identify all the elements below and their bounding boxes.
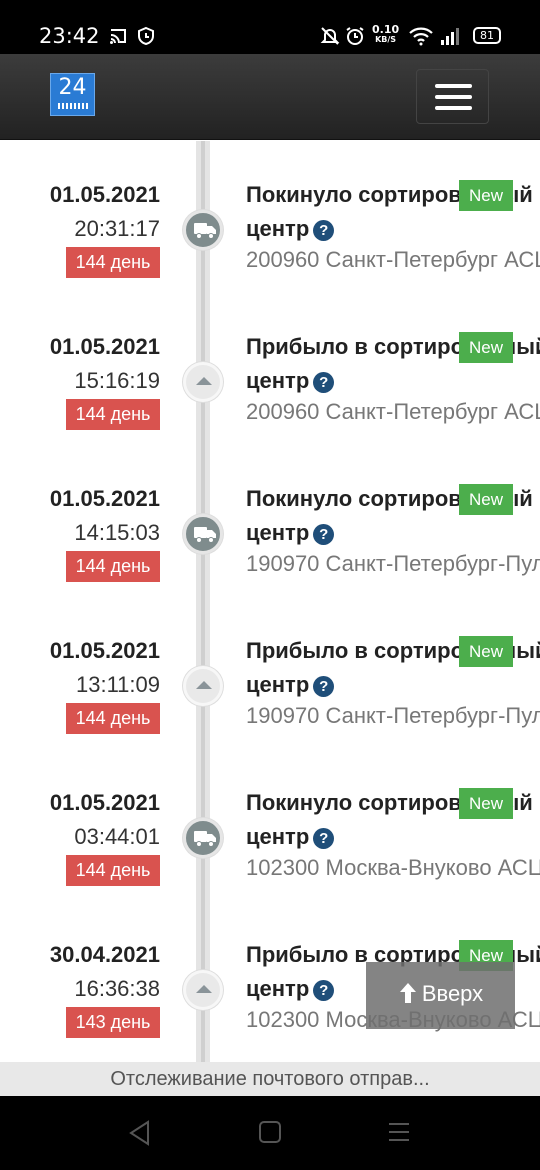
event-date: 01.05.2021 xyxy=(49,486,160,511)
timeline-node xyxy=(183,362,223,402)
timeline-node xyxy=(183,210,223,250)
shield-icon xyxy=(138,26,154,46)
alarm-icon xyxy=(346,27,364,45)
event-address: 102300 Москва-Внуково АСЦ xyxy=(246,855,540,880)
page-title-bar[interactable]: Отслеживание почтового отправ... xyxy=(0,1062,540,1096)
mute-bell-icon xyxy=(320,27,340,45)
help-icon[interactable]: ? xyxy=(313,980,335,1001)
arrival-icon xyxy=(196,985,212,993)
new-badge: New xyxy=(459,332,513,363)
timeline-event: 01.05.2021 03:44:01 144 день Покинуло сорти… xyxy=(0,749,540,901)
event-time: 15:16:19 xyxy=(74,368,160,393)
scroll-to-top-button[interactable]: Вверх xyxy=(366,962,515,1029)
help-icon[interactable]: ? xyxy=(313,524,335,545)
event-time: 03:44:01 xyxy=(74,824,160,849)
menu-button[interactable] xyxy=(416,69,489,124)
app-header: 24 xyxy=(0,54,540,140)
clock: 23:42 xyxy=(39,24,100,48)
event-address: 200960 Санкт-Петербург АСЦ xyxy=(246,247,540,272)
wifi-icon xyxy=(409,27,433,46)
event-date: 01.05.2021 xyxy=(49,790,160,815)
event-title-line2: центр? xyxy=(246,976,335,1002)
speed-value: 0.10 xyxy=(372,23,400,36)
timeline-event: 01.05.2021 20:31:17 144 день Покинуло сорти… xyxy=(0,141,540,293)
home-icon[interactable] xyxy=(258,1120,282,1144)
help-icon[interactable]: ? xyxy=(313,828,335,849)
battery-indicator: 81 xyxy=(473,27,501,44)
event-title-text: центр xyxy=(246,216,310,241)
timeline-event: 01.05.2021 13:11:09 144 день Прибыло в сорт… xyxy=(0,597,540,749)
event-date: 01.05.2021 xyxy=(49,334,160,359)
new-badge: New xyxy=(459,788,513,819)
days-badge: 144 день xyxy=(66,399,160,430)
hamburger-icon-line xyxy=(435,106,472,110)
new-badge: New xyxy=(459,180,513,211)
timeline-event: 01.05.2021 15:16:19 144 день Прибыло в сорт… xyxy=(0,293,540,445)
truck-icon xyxy=(194,223,216,239)
scroll-to-top-label: Вверх xyxy=(421,981,484,1006)
help-icon[interactable]: ? xyxy=(313,676,335,697)
event-title-line2: центр? xyxy=(246,368,335,394)
event-address: 190970 Санкт-Петербург-Пулково xyxy=(246,703,540,728)
event-date: 01.05.2021 xyxy=(49,638,160,663)
event-time: 14:15:03 xyxy=(74,520,160,545)
arrow-up-icon xyxy=(399,983,416,1003)
days-badge: 143 день xyxy=(66,1007,160,1038)
event-date: 30.04.2021 xyxy=(49,942,160,967)
hamburger-icon xyxy=(435,84,472,88)
event-title-line2: центр? xyxy=(246,216,335,242)
tracking-timeline: 01.05.2021 20:31:17 144 день Покинуло сорти… xyxy=(0,141,540,1062)
event-time: 16:36:38 xyxy=(74,976,160,1001)
event-title-text: центр xyxy=(246,824,310,849)
barcode-icon xyxy=(58,103,88,109)
event-title-text: центр xyxy=(246,520,310,545)
hamburger-icon-line xyxy=(435,95,472,99)
status-bar: 23:42 0.10 KB/S 81 xyxy=(0,0,540,54)
new-badge: New xyxy=(459,484,513,515)
event-address: 200960 Санкт-Петербург АСЦ xyxy=(246,399,540,424)
event-title-text: центр xyxy=(246,368,310,393)
event-title-text: центр xyxy=(246,976,310,1001)
event-address: 190970 Санкт-Петербург-Пулково xyxy=(246,551,540,576)
signal-icon xyxy=(441,28,459,45)
truck-icon xyxy=(194,527,216,543)
back-icon[interactable] xyxy=(128,1120,152,1146)
days-badge: 144 день xyxy=(66,855,160,886)
event-date: 01.05.2021 xyxy=(49,182,160,207)
help-icon[interactable]: ? xyxy=(313,220,335,241)
network-speed: 0.10 KB/S xyxy=(372,23,400,45)
new-badge: New xyxy=(459,636,513,667)
truck-icon xyxy=(194,831,216,847)
event-title-line2: центр? xyxy=(246,824,335,850)
event-title-text: центр xyxy=(246,672,310,697)
days-badge: 144 день xyxy=(66,551,160,582)
timeline-node xyxy=(183,970,223,1010)
days-badge: 144 день xyxy=(66,247,160,278)
timeline-node xyxy=(183,514,223,554)
navigation-bar xyxy=(0,1096,540,1170)
event-time: 13:11:09 xyxy=(75,672,160,697)
logo-text: 24 xyxy=(58,75,87,100)
event-title-line2: центр? xyxy=(246,672,335,698)
arrival-icon xyxy=(196,681,212,689)
recent-apps-icon[interactable] xyxy=(387,1120,411,1144)
arrival-icon xyxy=(196,377,212,385)
speed-unit: KB/S xyxy=(375,35,397,44)
cast-icon xyxy=(110,29,126,44)
event-time: 20:31:17 xyxy=(74,216,160,241)
days-badge: 144 день xyxy=(66,703,160,734)
site-logo[interactable]: 24 xyxy=(50,73,95,116)
timeline-node xyxy=(183,666,223,706)
timeline-node xyxy=(183,818,223,858)
help-icon[interactable]: ? xyxy=(313,372,335,393)
event-title-line2: центр? xyxy=(246,520,335,546)
timeline-event: 01.05.2021 14:15:03 144 день Покинуло сорти… xyxy=(0,445,540,597)
